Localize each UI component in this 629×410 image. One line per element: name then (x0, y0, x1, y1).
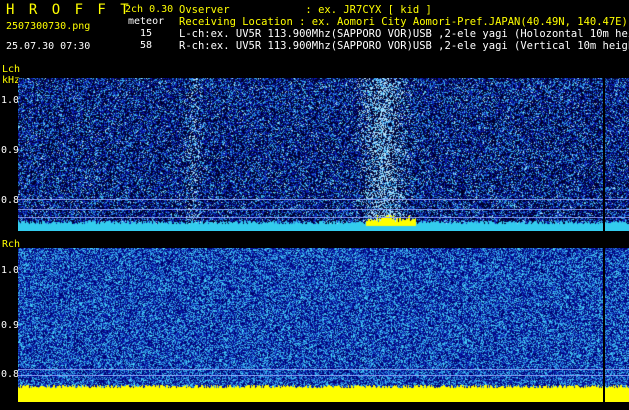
rch-waterfall (18, 248, 629, 402)
lch-description: L-ch:ex. UV5R 113.900Mhz(SAPPORO VOR)USB… (179, 28, 629, 40)
lch-time-cursor (603, 78, 605, 231)
lch-ytick-2: 0.9 (1, 145, 20, 156)
lch-ytick-3: 0.8 (1, 195, 20, 206)
lch-guide-line (18, 217, 629, 218)
rch-spectrogram[interactable] (18, 248, 629, 402)
app-title: H R O F F T (6, 2, 132, 18)
count-r-label: 58 (140, 40, 153, 51)
timestamp-label: 25.07.30 07:30 (6, 41, 91, 52)
mode-label: meteor (128, 16, 165, 27)
rch-ytick-1: 1.0 (1, 265, 20, 276)
lch-guide-line (18, 209, 629, 210)
location-line: Receiving Location : ex. Aomori City Aom… (179, 16, 628, 28)
rch-description: R-ch:ex. UV5R 113.900Mhz(SAPPORO VOR)USB… (179, 40, 629, 52)
lch-spectrogram[interactable] (18, 78, 629, 231)
rch-time-cursor (603, 248, 605, 402)
lch-label: Lch (2, 64, 21, 75)
rch-guide-line (18, 369, 629, 370)
lch-ytick-1: 1.0 (1, 95, 20, 106)
version-label: 2ch 0.30 (125, 4, 174, 15)
count-l-label: 15 (140, 28, 153, 39)
filename-label: 2507300730.png (6, 21, 91, 32)
observer-line: Ovserver : ex. JR7CYX [ kid ] (179, 4, 432, 16)
rch-guide-line (18, 375, 629, 376)
rch-ytick-3: 0.8 (1, 369, 20, 380)
rch-ytick-2: 0.9 (1, 320, 20, 331)
lch-guide-line (18, 199, 629, 200)
